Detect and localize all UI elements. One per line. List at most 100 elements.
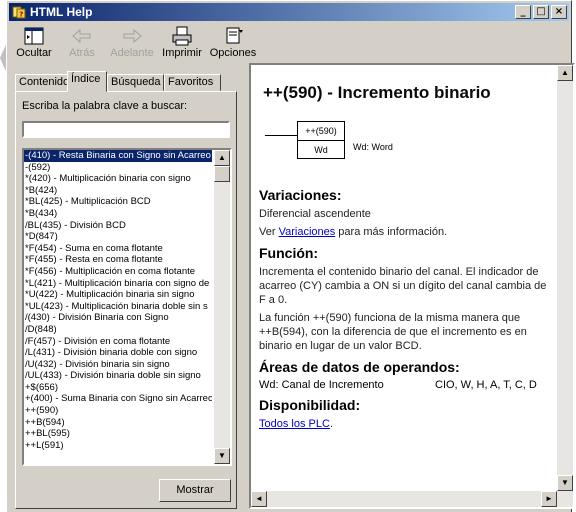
tab-contents-label: Contenido [19,76,70,88]
scroll-down-icon[interactable]: ▼ [214,448,230,464]
tab-search[interactable]: Búsqueda [107,74,164,91]
diagram-box: ++(590) Wd [297,121,345,159]
index-list-item[interactable]: +(400) - Suma Binaria con Signo sin Acar… [24,393,212,405]
tab-index-label: Índice [71,73,101,85]
index-list-item[interactable]: -(410) - Resta Binaria con Signo sin Aca… [24,150,212,162]
tab-index[interactable]: Índice [67,71,107,92]
minimize-button[interactable]: _ [515,5,531,19]
hide-pane-icon [24,27,44,45]
tab-contents[interactable]: Contenido [15,74,70,91]
variations-see-prefix: Ver [259,226,279,238]
print-button[interactable]: Imprimir [157,25,207,59]
operand-name: Wd: Canal de Incremento [259,379,384,391]
index-list[interactable]: -(410) - Resta Binaria con Signo sin Aca… [22,148,232,466]
index-list-item[interactable]: /(430) - División Binaria con Signo [24,312,212,324]
index-list-item[interactable]: +$(656) [24,382,212,394]
print-label: Imprimir [162,47,202,59]
topic-vertical-scrollbar[interactable]: ▲ ▼ [557,65,573,491]
variations-see-suffix: para más información. [335,226,448,238]
printer-icon [172,26,192,46]
operand-areas: CIO, W, H, A, T, C, D [435,379,537,391]
index-list-item[interactable]: ++L(591) [24,440,212,452]
options-label: Opciones [209,47,257,59]
diagram-operand: Wd [314,145,328,155]
topic-horizontal-scrollbar[interactable]: ◄ ► [251,491,573,507]
index-list-item[interactable]: /BL(435) - División BCD [24,220,212,232]
function-paragraph-1: Incrementa el contenido binario del cana… [259,266,547,306]
instruction-diagram: ++(590) Wd Wd: Word [259,119,555,181]
topic-pane: ++(590) - Incremento binario ++(590) Wd … [249,63,575,509]
operands-heading: Áreas de datos de operandos: [259,359,460,375]
navigation-pane: Contenido Índice Búsqueda Favoritos Escr… [15,71,237,509]
index-list-item[interactable]: /F(457) - División en coma flotante [24,336,212,348]
variations-link[interactable]: Variaciones [279,226,336,238]
title-bar: ? HTML Help _ □ × [9,3,569,21]
back-arrow-icon [72,28,91,44]
tab-favorites[interactable]: Favoritos [164,74,221,91]
function-heading: Función: [259,245,319,261]
index-list-item[interactable]: *D(847) [24,231,212,243]
html-help-window: ? HTML Help _ □ × Ocultar Atrás Adelante… [6,0,575,512]
back-button[interactable]: Atrás [57,25,107,59]
function-paragraph-2: La función ++(590) funciona de la misma … [259,312,527,352]
tab-favorites-label: Favoritos [168,76,214,88]
operand-row: Wd: Canal de Incremento CIO, W, H, A, T,… [259,379,555,391]
index-list-item[interactable]: *U(422) - Multiplicación binaria sin sig… [24,289,212,301]
hide-button[interactable]: Ocultar [9,25,59,59]
back-label: Atrás [69,47,95,59]
scroll-thumb[interactable] [214,166,230,182]
forward-button[interactable]: Adelante [107,25,157,59]
variations-heading: Variaciones: [259,187,342,203]
index-list-scrollbar[interactable]: ▲ ▼ [214,150,230,464]
availability-link[interactable]: Todos los PLC [259,418,330,430]
options-icon [226,27,243,44]
diagram-note: Wd: Word [353,142,393,152]
index-list-item[interactable]: ++BL(595) [24,428,212,440]
keyword-label: Escriba la palabra clave a buscar: [22,100,188,112]
scroll-up-icon[interactable]: ▲ [214,150,230,166]
index-list-item[interactable]: *UL(423) - Multiplicación binaria doble … [24,301,212,313]
topic-scroll-down-icon[interactable]: ▼ [557,475,573,491]
maximize-button[interactable]: □ [533,5,549,19]
index-list-item[interactable]: *F(455) - Resta en coma flotante [24,254,212,266]
diagram-line [265,135,297,136]
availability-heading: Disponibilidad: [259,397,361,413]
index-list-item[interactable]: *L(421) - Multiplicación binaria con sig… [24,278,212,290]
variations-text: Diferencial ascendente [259,208,371,220]
index-list-item[interactable]: /UL(433) - División binaria doble sin si… [24,370,212,382]
index-tab-panel: Escriba la palabra clave a buscar: -(410… [15,91,237,509]
tab-search-label: Búsqueda [111,76,161,88]
index-list-item[interactable]: *(420) - Multiplicación binaria con sign… [24,173,212,185]
index-list-item[interactable]: ++(590) [24,405,212,417]
index-list-item[interactable]: /L(431) - División binaria doble con sig… [24,347,212,359]
index-list-item[interactable]: *F(456) - Multiplicación en coma flotant… [24,266,212,278]
variations-see: Ver Variaciones para más información. [259,225,555,239]
svg-text:?: ? [19,11,23,19]
forward-arrow-icon [123,28,142,44]
hide-label: Ocultar [16,47,52,59]
close-button[interactable]: × [551,5,567,19]
availability-suffix: . [329,418,333,430]
index-list-item[interactable]: *B(424) [24,185,212,197]
help-app-icon: ? [12,6,26,19]
availability-text: Todos los PLC. [259,417,555,431]
scroll-right-icon[interactable]: ► [541,491,557,507]
index-list-item[interactable]: /D(848) [24,324,212,336]
show-button[interactable]: Mostrar [159,479,231,502]
scroll-left-icon[interactable]: ◄ [251,491,267,507]
diagram-mnemonic: ++(590) [298,122,344,141]
keyword-input[interactable] [22,121,230,138]
topic-title: ++(590) - Incremento binario [263,83,491,102]
index-list-item[interactable]: /U(432) - División binaria sin signo [24,359,212,371]
index-list-item[interactable]: *B(434) [24,208,212,220]
toolbar: Ocultar Atrás Adelante Imprimir Opciones [9,23,569,67]
index-list-item[interactable]: -(592) [24,162,212,174]
index-list-item[interactable]: *F(454) - Suma en coma flotante [24,243,212,255]
index-list-item[interactable]: *BL(425) - Multiplicación BCD [24,196,212,208]
topic-scroll-up-icon[interactable]: ▲ [557,65,573,81]
topic-content: ++(590) - Incremento binario ++(590) Wd … [259,75,555,435]
index-list-item[interactable]: ++B(594) [24,417,212,429]
options-button[interactable]: Opciones [205,25,261,59]
forward-label: Adelante [110,47,154,59]
window-title: HTML Help [30,5,93,19]
